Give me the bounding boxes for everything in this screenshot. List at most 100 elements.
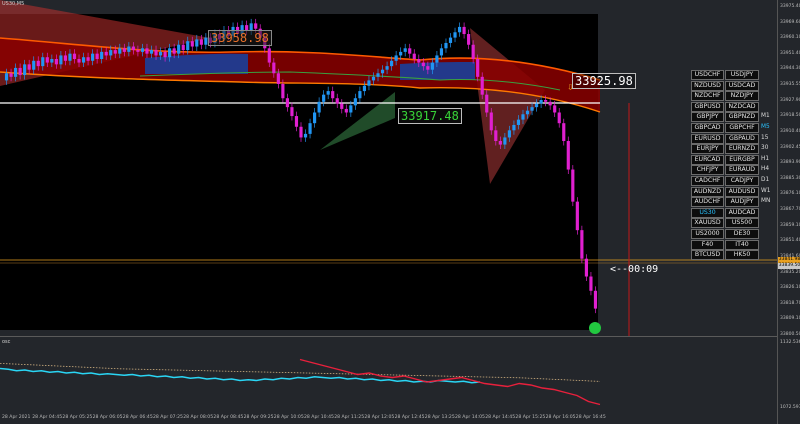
- candle-body: [530, 107, 534, 111]
- timeframe-button-30[interactable]: 30: [761, 144, 773, 154]
- candle-body: [344, 108, 348, 113]
- symbol-button-usdchf[interactable]: USDCHF: [691, 70, 724, 80]
- price-tick: 33902.45: [780, 144, 800, 150]
- candle-body: [331, 91, 335, 99]
- price-axis[interactable]: 33975.40 33969.60 33960.10 33951.40 33944.30…: [777, 0, 800, 424]
- symbol-button-gbpjpy[interactable]: GBPJPY: [691, 112, 724, 123]
- symbol-button-audjpy[interactable]: AUDJPY: [725, 197, 759, 208]
- symbol-row: EURCAD EURGBP H1: [691, 154, 773, 166]
- timeframe-button-h1[interactable]: H1: [761, 155, 773, 165]
- price-tick: 33893.90: [780, 160, 800, 166]
- symbol-row: XAUUSD US500: [691, 218, 773, 229]
- symbol-button-euraud[interactable]: EURAUD: [725, 165, 759, 176]
- symbol-button-us500[interactable]: US500: [725, 218, 759, 229]
- timeframe-button-15[interactable]: 15: [761, 134, 773, 144]
- chart-window[interactable]: US30,M5 33958.98 33917.48 33925.98 ⇩ <--…: [0, 0, 800, 424]
- timeframe-button-mn[interactable]: MN: [761, 197, 773, 207]
- candle-body: [168, 48, 172, 58]
- symbol-button-audchf[interactable]: AUDCHF: [691, 197, 724, 208]
- price-tick: 33969.60: [780, 19, 800, 25]
- symbol-button-usdcad[interactable]: USDCAD: [725, 80, 759, 91]
- candle-body: [195, 39, 199, 47]
- price-tick: 33910.40: [780, 128, 800, 134]
- candle-body: [390, 60, 394, 67]
- candle-body: [408, 48, 412, 54]
- symbol-button-xauusd[interactable]: XAUUSD: [691, 218, 724, 229]
- price-tick: 33876.10: [780, 191, 800, 197]
- candle-body: [593, 290, 598, 309]
- time-tick: 28 Apr 2021: [2, 415, 31, 420]
- symbol-row: NZDCHF NZDJPY: [691, 91, 773, 102]
- symbol-button-audnzd[interactable]: AUDNZD: [691, 186, 724, 197]
- symbol-row: GBPUSD NZDCAD: [691, 101, 773, 113]
- symbol-button-gbpaud[interactable]: GBPAUD: [725, 133, 759, 144]
- symbol-button-gbpusd[interactable]: GBPUSD: [691, 101, 724, 112]
- timeframe-button-m5[interactable]: M5: [761, 123, 773, 133]
- symbol-button-eurnzd[interactable]: EURNZD: [725, 144, 759, 155]
- symbol-button-nzdusd[interactable]: NZDUSD: [691, 80, 724, 91]
- symbol-row: CHFJPY EURAUD H4: [691, 165, 773, 176]
- symbol-button-eurgbp[interactable]: EURGBP: [725, 154, 759, 165]
- candle-body: [371, 76, 376, 81]
- price-tick: 33818.70: [780, 300, 800, 306]
- symbol-button-cadjpy[interactable]: CADJPY: [725, 175, 759, 186]
- symbol-button-eurjpy[interactable]: EURJPY: [691, 144, 724, 155]
- timeframe-empty: [761, 218, 773, 228]
- symbol-button-usdjpy[interactable]: USDJPY: [725, 70, 759, 80]
- symbol-button-cadchf[interactable]: CADCHF: [691, 175, 724, 186]
- symbol-button-it40[interactable]: IT40: [725, 239, 759, 250]
- candle-body: [204, 37, 208, 45]
- symbol-row: AUDNZD AUDUSD W1: [691, 186, 773, 198]
- price-tick: 33885.30: [780, 175, 800, 181]
- candle-body: [281, 83, 285, 99]
- oscillator-chart[interactable]: [0, 337, 777, 412]
- symbol-button-us2000[interactable]: US2000: [691, 228, 724, 239]
- candle-body: [489, 112, 493, 131]
- symbol-button-f40[interactable]: F40: [691, 239, 724, 250]
- candle-body: [36, 60, 40, 67]
- timeframe-button-h4[interactable]: H4: [761, 165, 773, 175]
- symbol-row: GBPCAD GBPCHF M5: [691, 122, 773, 134]
- symbol-button-nzdjpy[interactable]: NZDJPY: [725, 91, 759, 102]
- candle-body: [439, 48, 444, 56]
- oscillator-tick: 1132.5364: [780, 340, 800, 345]
- candle-body: [471, 44, 475, 60]
- timeframe-button-m1[interactable]: M1: [761, 112, 773, 122]
- candle-body: [435, 55, 439, 63]
- symbol-button-audcad[interactable]: AUDCAD: [725, 207, 759, 218]
- time-tick: 28 Apr 15:25: [515, 415, 546, 420]
- symbol-label: US30,M5: [2, 1, 25, 7]
- candle-body: [548, 101, 552, 106]
- symbol-button-gbpchf[interactable]: GBPCHF: [725, 122, 759, 133]
- candle-body: [14, 67, 18, 77]
- symbol-button-chfjpy[interactable]: CHFJPY: [691, 165, 724, 176]
- time-tick: 28 Apr 16:45: [575, 415, 606, 420]
- time-tick: 28 Apr 11:25: [334, 415, 365, 420]
- symbol-button-nzdchf[interactable]: NZDCHF: [691, 91, 724, 102]
- price-chart[interactable]: [0, 0, 777, 336]
- symbol-button-audusd[interactable]: AUDUSD: [725, 186, 759, 197]
- time-axis[interactable]: 28 Apr 2021 28 Apr 04:45 28 Apr 05:25 28 Ap…: [0, 412, 777, 424]
- symbol-button-de30[interactable]: DE30: [725, 228, 759, 239]
- candle-body: [539, 100, 543, 104]
- timeframe-button-d1[interactable]: D1: [761, 176, 773, 186]
- symbol-button-hk50[interactable]: HK50: [725, 250, 759, 261]
- candle-body: [534, 103, 539, 108]
- oscillator-panel[interactable]: [0, 337, 777, 412]
- candle-body: [59, 55, 63, 65]
- symbol-button-eurcad[interactable]: EURCAD: [691, 154, 724, 165]
- candle-body: [303, 133, 308, 138]
- timeframe-button-w1[interactable]: W1: [761, 187, 773, 197]
- candle-body: [494, 130, 498, 142]
- symbol-button-nzdcad[interactable]: NZDCAD: [725, 101, 759, 112]
- symbol-button-us30[interactable]: US30: [691, 207, 724, 218]
- symbol-button-gbpcad[interactable]: GBPCAD: [691, 122, 724, 133]
- candle-body: [553, 105, 557, 113]
- candle-body: [512, 124, 516, 131]
- candle-body: [100, 51, 104, 60]
- symbol-button-btcusd[interactable]: BTCUSD: [691, 250, 724, 261]
- symbol-button-eurusd[interactable]: EURUSD: [691, 133, 724, 144]
- symbol-button-gbpnzd[interactable]: GBPNZD: [725, 112, 759, 123]
- main-chart-panel[interactable]: US30,M5 33958.98 33917.48 33925.98 ⇩ <--…: [0, 0, 777, 336]
- candle-body: [77, 59, 81, 63]
